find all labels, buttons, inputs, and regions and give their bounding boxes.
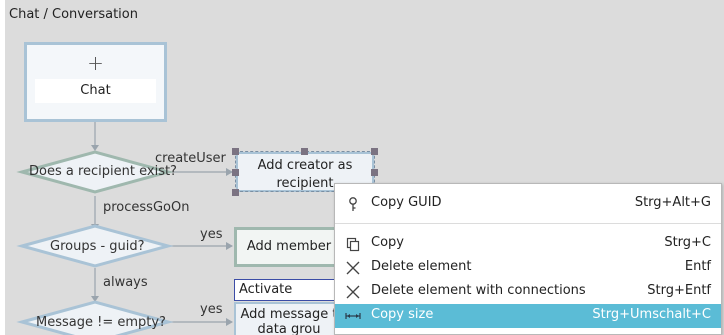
menu-item-shortcut: Strg+C xyxy=(664,235,711,250)
add-member-node[interactable]: Add member xyxy=(234,227,344,267)
plus-icon: + xyxy=(87,51,104,75)
decision2-label[interactable]: Groups - guid? xyxy=(50,239,145,254)
edge-label-always: always xyxy=(103,275,148,290)
menu-separator xyxy=(335,223,721,224)
menu-item-delete-element[interactable]: Delete element Entf xyxy=(335,256,721,280)
resize-handle[interactable] xyxy=(232,189,239,196)
menu-item-copy[interactable]: Copy Strg+C xyxy=(335,232,721,256)
diagram-canvas[interactable]: Chat / Conversation + Chat Does a recipi… xyxy=(0,0,724,335)
menu-item-shortcut: Strg+Alt+G xyxy=(634,195,711,210)
edge-label-createuser: createUser xyxy=(155,151,226,166)
copy-icon xyxy=(346,237,360,252)
menu-item-copy-size[interactable]: Copy size Strg+Umschalt+C xyxy=(335,304,721,328)
add-message-node[interactable]: Add message t data grou xyxy=(234,302,344,335)
start-node-chat[interactable]: + Chat xyxy=(24,42,167,122)
menu-item-label: Copy xyxy=(371,235,404,250)
edge-label-processgoon: processGoOn xyxy=(103,200,190,215)
start-node-label: Chat xyxy=(35,79,156,103)
menu-item-copy-guid[interactable]: Copy GUID Strg+Alt+G xyxy=(335,192,721,216)
edge-label-yes-2: yes xyxy=(200,302,223,317)
key-icon xyxy=(349,197,357,211)
size-arrows-icon xyxy=(345,313,361,319)
menu-item-shortcut: Entf xyxy=(684,259,711,274)
menu-item-shortcut: Strg+Umschalt+C xyxy=(592,307,711,322)
resize-handle[interactable] xyxy=(232,169,239,176)
resize-handle[interactable] xyxy=(301,148,308,155)
resize-handle[interactable] xyxy=(371,169,378,176)
context-menu: Copy GUID Strg+Alt+G Copy Strg+C Delete … xyxy=(334,183,722,335)
resize-handle[interactable] xyxy=(232,148,239,155)
menu-item-label: Delete element with connections xyxy=(371,283,586,298)
menu-item-label: Copy size xyxy=(371,307,434,322)
close-icon xyxy=(346,285,360,299)
menu-item-label: Delete element xyxy=(371,259,472,274)
menu-item-delete-with-connections[interactable]: Delete element with connections Strg+Ent… xyxy=(335,280,721,304)
edge-label-yes-1: yes xyxy=(200,227,223,242)
decision3-label[interactable]: Message != empty? xyxy=(36,315,166,330)
close-icon xyxy=(346,261,360,275)
menu-item-label: Copy GUID xyxy=(371,195,442,210)
activate-subsection-node[interactable]: Activate Subsec xyxy=(234,279,344,317)
resize-handle[interactable] xyxy=(371,148,378,155)
menu-item-shortcut: Strg+Entf xyxy=(647,283,711,298)
decision1-label[interactable]: Does a recipient exist? xyxy=(29,164,177,179)
